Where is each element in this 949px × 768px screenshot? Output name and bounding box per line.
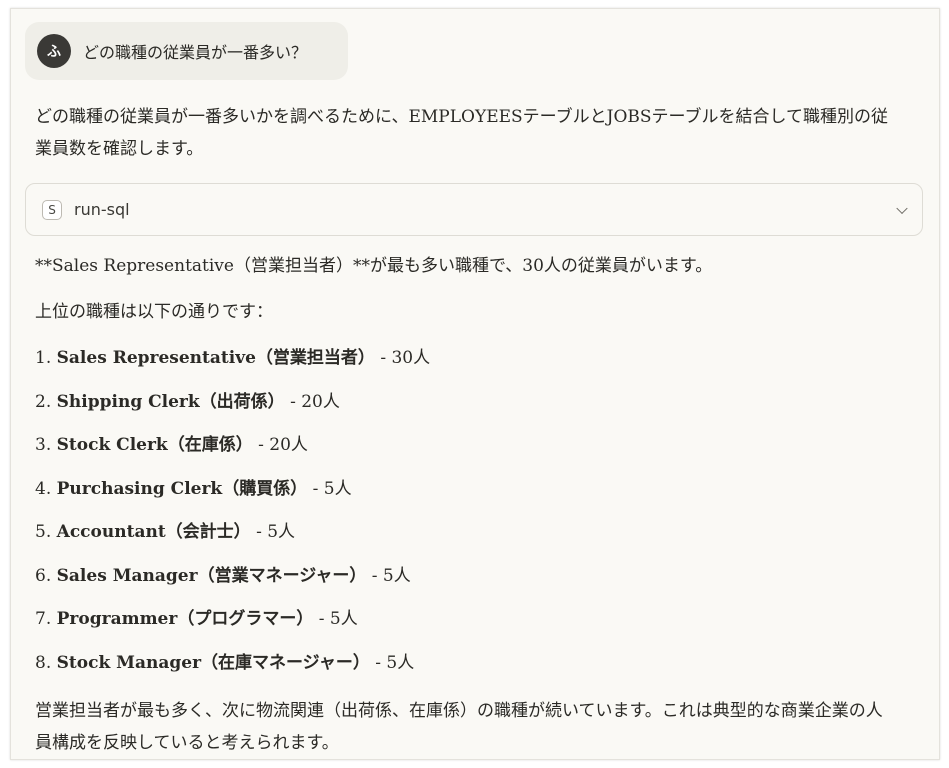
user-message: ふ どの職種の従業員が一番多い？: [25, 22, 348, 80]
job-count: - 5人: [307, 478, 352, 499]
job-name: Sales Manager（営業マネージャー）: [56, 565, 367, 586]
list-item-number: 2.: [35, 391, 52, 412]
job-count: - 5人: [366, 565, 411, 586]
list-item: 1. Sales Representative（営業担当者） - 30人: [35, 345, 430, 389]
assistant-intro-text: どの職種の従業員が一番多いかを調べるために、EMPLOYEESテーブルとJOBS…: [35, 107, 888, 159]
job-ranking-list: 1. Sales Representative（営業担当者） - 30人 2. …: [35, 345, 430, 693]
job-name: Stock Manager（在庫マネージャー）: [56, 652, 370, 673]
list-item-number: 4.: [35, 478, 52, 499]
job-name: Stock Clerk（在庫係）: [56, 435, 253, 455]
chevron-down-icon[interactable]: [896, 202, 908, 214]
job-name: Purchasing Clerk（購買係）: [56, 478, 308, 499]
job-count: - 30人: [374, 348, 431, 368]
assistant-closing-text: 営業担当者が最も多く、次に物流関連（出荷係、在庫係）の職種が続いています。これは…: [35, 701, 883, 753]
chat-panel: ふ どの職種の従業員が一番多い？ どの職種の従業員が一番多いかを調べるために、E…: [10, 8, 940, 760]
job-name: Shipping Clerk（出荷係）: [56, 391, 285, 412]
job-name: Sales Representative（営業担当者）: [56, 348, 375, 368]
list-item-number: 7.: [35, 609, 52, 629]
list-item: 7. Programmer（プログラマー） - 5人: [35, 606, 430, 650]
list-item-number: 3.: [35, 435, 52, 455]
list-item-number: 8.: [35, 652, 52, 673]
tool-call-name: run-sql: [74, 200, 130, 219]
assistant-summary-text: **Sales Representative（営業担当者）**が最も多い職種で、…: [35, 256, 713, 276]
list-item-number: 5.: [35, 522, 52, 542]
list-item: 3. Stock Clerk（在庫係） - 20人: [35, 432, 430, 476]
user-message-text: どの職種の従業員が一番多い？: [83, 43, 308, 62]
list-item: 8. Stock Manager（在庫マネージャー） - 5人: [35, 650, 430, 694]
list-item: 4. Purchasing Clerk（購買係） - 5人: [35, 476, 430, 520]
list-item: 5. Accountant（会計士） - 5人: [35, 519, 430, 563]
job-count: - 20人: [284, 391, 340, 412]
sql-tool-icon: S: [42, 199, 62, 220]
job-name: Programmer（プログラマー）: [56, 609, 314, 629]
job-count: - 5人: [369, 652, 415, 673]
list-item-number: 6.: [35, 565, 52, 586]
job-count: - 20人: [252, 435, 308, 455]
list-item: 6. Sales Manager（営業マネージャー） - 5人: [35, 563, 430, 607]
user-avatar: ふ: [37, 34, 71, 68]
job-count: - 5人: [313, 609, 358, 629]
list-item: 2. Shipping Clerk（出荷係） - 20人: [35, 389, 430, 433]
tool-call-run-sql[interactable]: S run-sql: [25, 183, 923, 236]
list-intro-text: 上位の職種は以下の通りです：: [35, 302, 273, 322]
job-count: - 5人: [250, 522, 296, 542]
list-item-number: 1.: [35, 348, 52, 368]
job-name: Accountant（会計士）: [56, 522, 251, 542]
